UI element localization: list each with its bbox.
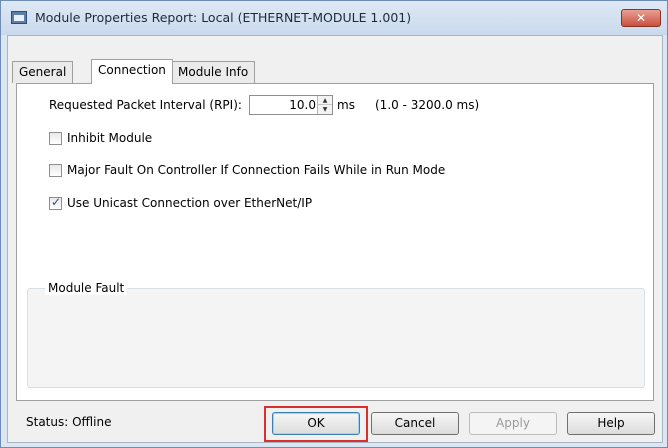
rpi-range: (1.0 - 3200.0 ms): [375, 98, 480, 112]
module-fault-group: [27, 288, 645, 388]
close-button[interactable]: ✕: [621, 9, 661, 27]
rpi-value[interactable]: 10.0: [289, 98, 316, 112]
inhibit-module-checkbox[interactable]: [49, 132, 62, 145]
major-fault-label[interactable]: Major Fault On Controller If Connection …: [67, 163, 445, 177]
spin-down-icon[interactable]: ▼: [318, 105, 332, 114]
dialog-window: Module Properties Report: Local (ETHERNE…: [0, 0, 668, 448]
rpi-label: Requested Packet Interval (RPI):: [49, 98, 242, 112]
checkmark-icon: ✓: [51, 195, 62, 209]
window-icon: [11, 11, 27, 24]
tab-general[interactable]: General: [12, 61, 74, 83]
status-text: Status: Offline: [26, 415, 112, 429]
unicast-label[interactable]: Use Unicast Connection over EtherNet/IP: [67, 196, 312, 210]
spin-up-icon[interactable]: ▲: [318, 96, 332, 105]
help-button[interactable]: Help: [567, 412, 655, 435]
module-fault-label: Module Fault: [45, 281, 128, 295]
window-title: Module Properties Report: Local (ETHERNE…: [35, 10, 412, 25]
rpi-stepper[interactable]: 10.0 ▲ ▼: [249, 95, 333, 115]
connection-panel: Requested Packet Interval (RPI): 10.0 ▲ …: [16, 83, 654, 401]
tab-connection[interactable]: Connection: [91, 59, 173, 84]
unicast-checkbox[interactable]: ✓: [49, 195, 62, 210]
inhibit-module-label[interactable]: Inhibit Module: [67, 131, 152, 145]
rpi-unit: ms: [337, 98, 355, 112]
title-bar[interactable]: Module Properties Report: Local (ETHERNE…: [1, 1, 667, 35]
major-fault-checkbox[interactable]: [49, 164, 62, 177]
ok-button[interactable]: OK: [272, 412, 360, 435]
tab-module-info[interactable]: Module Info: [171, 61, 256, 83]
dialog-client-area: General Connection Module Info Requested…: [7, 35, 663, 443]
apply-button[interactable]: Apply: [469, 412, 557, 435]
rpi-spin-buttons: ▲ ▼: [317, 96, 332, 114]
cancel-button[interactable]: Cancel: [371, 412, 459, 435]
